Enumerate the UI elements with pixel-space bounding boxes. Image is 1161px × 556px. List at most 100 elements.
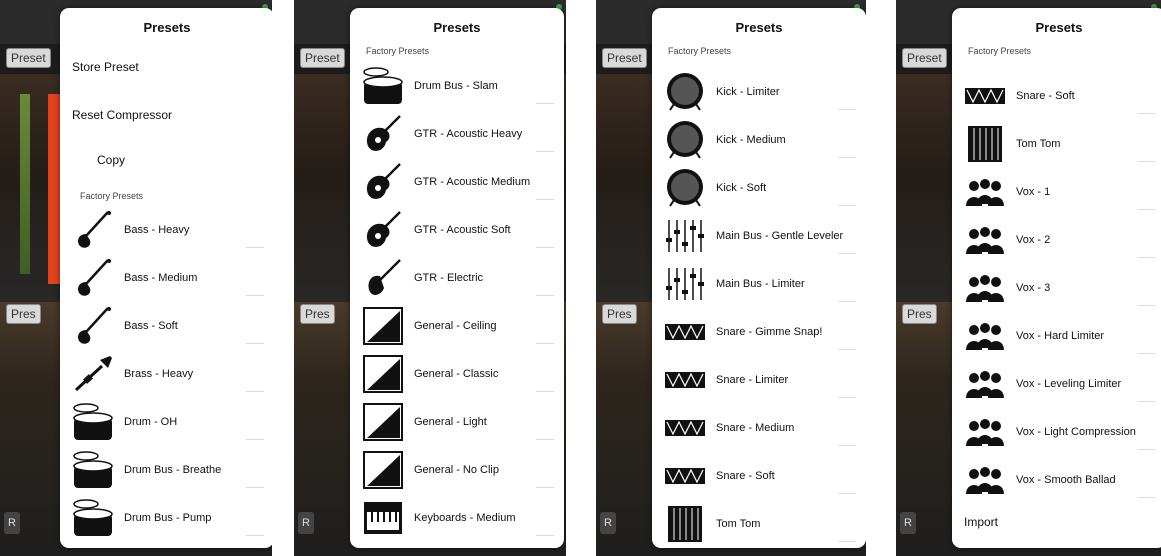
preset-item[interactable]: Vox - 1 — [952, 168, 1161, 216]
preset-item[interactable]: Tom Tom — [652, 500, 866, 548]
preset-label: Vox - 3 — [1016, 282, 1051, 294]
preset-item[interactable]: Drum Bus - Breathe — [60, 446, 272, 494]
curve-icon — [363, 307, 403, 345]
background-r-button[interactable]: R — [298, 512, 314, 534]
preset-item[interactable]: General - Light — [350, 398, 564, 446]
preset-item[interactable]: General - Classic — [350, 350, 564, 398]
preset-item[interactable]: Vox - Leveling Limiter — [952, 360, 1161, 408]
preset-label: General - Classic — [414, 368, 499, 380]
preset-item[interactable]: Snare - Soft — [652, 452, 866, 500]
store-preset-button[interactable]: Store Preset — [72, 60, 139, 74]
vocalists-icon — [966, 323, 1004, 350]
preset-item[interactable]: Main Bus - Gentle Leveler — [652, 212, 866, 260]
popover-title: Presets — [433, 20, 481, 35]
preset-label: Bass - Soft — [124, 320, 178, 332]
preset-item[interactable]: Kick - Soft — [652, 164, 866, 212]
preset-label: Vox - Light Compression — [1016, 426, 1136, 438]
preset-label: General - Ceiling — [414, 320, 497, 332]
preset-item[interactable]: Snare - Limiter — [652, 356, 866, 404]
preset-label: General - Light — [414, 416, 487, 428]
vocalists-icon — [966, 227, 1004, 254]
background-preset-button-lower[interactable]: Pres — [602, 304, 637, 324]
drum-icon — [73, 451, 113, 488]
kick-drum-icon — [667, 121, 703, 159]
preset-item[interactable]: Kick - Limiter — [652, 68, 866, 116]
preset-label: Vox - Leveling Limiter — [1016, 378, 1122, 390]
background-r-button[interactable]: R — [4, 512, 20, 534]
preset-item[interactable]: Snare - Gimme Snap! — [652, 308, 866, 356]
preset-label: Snare - Soft — [1016, 90, 1075, 102]
preset-label: Main Bus - Limiter — [716, 278, 805, 290]
screenshot-panel-1: Preset Pres R Presets Store Preset Reset… — [0, 0, 272, 556]
background-r-button[interactable]: R — [600, 512, 616, 534]
preset-label: GTR - Acoustic Heavy — [414, 128, 523, 140]
vocalists-icon — [966, 179, 1004, 206]
preset-item[interactable]: Bass - Medium — [60, 254, 272, 302]
bass-guitar-icon — [78, 259, 111, 296]
snare-icon — [665, 372, 705, 388]
preset-item[interactable]: GTR - Electric — [350, 254, 564, 302]
import-button[interactable]: Import — [964, 515, 998, 529]
background-preset-button[interactable]: Preset — [300, 48, 345, 68]
preset-label: Drum - OH — [124, 416, 178, 428]
preset-item[interactable]: Drum Bus - Slam — [350, 62, 564, 110]
preset-item[interactable]: General - Ceiling — [350, 302, 564, 350]
background-preset-button-lower[interactable]: Pres — [6, 304, 41, 324]
preset-item[interactable]: Main Bus - Limiter — [652, 260, 866, 308]
background-preset-button-lower[interactable]: Pres — [300, 304, 335, 324]
drum-icon — [73, 499, 113, 536]
preset-item[interactable]: GTR - Acoustic Heavy — [350, 110, 564, 158]
presets-popover: Presets Factory Presets Kick - Limiter K… — [652, 8, 866, 548]
preset-item[interactable]: Snare - Soft — [952, 72, 1161, 120]
keyboard-icon — [364, 502, 402, 534]
preset-item[interactable]: Bass - Soft — [60, 302, 272, 350]
preset-label: Vox - Hard Limiter — [1016, 330, 1105, 342]
curve-icon — [363, 403, 403, 441]
preset-item[interactable]: Brass - Heavy — [60, 350, 272, 398]
factory-presets-heading: Factory Presets — [968, 46, 1032, 56]
background-preset-button[interactable]: Preset — [602, 48, 647, 68]
reset-compressor-button[interactable]: Reset Compressor — [72, 108, 172, 122]
preset-item[interactable]: Tom Tom — [952, 120, 1161, 168]
preset-item[interactable]: GTR - Acoustic Medium — [350, 158, 564, 206]
preset-label: Drum Bus - Slam — [414, 80, 498, 92]
kick-drum-icon — [667, 169, 703, 207]
acoustic-guitar-icon — [366, 211, 401, 247]
background-preset-button[interactable]: Preset — [902, 48, 947, 68]
copy-button[interactable]: Copy — [97, 153, 125, 167]
curve-icon — [363, 355, 403, 393]
snare-icon — [965, 88, 1005, 104]
preset-item[interactable]: Keyboards - Medium — [350, 494, 564, 542]
presets-popover: Presets Factory Presets Drum Bus - Slam … — [350, 8, 564, 548]
preset-item[interactable]: Vox - Hard Limiter — [952, 312, 1161, 360]
preset-item[interactable]: Kick - Medium — [652, 116, 866, 164]
snare-icon — [665, 324, 705, 340]
preset-label: GTR - Acoustic Soft — [414, 224, 511, 236]
preset-label: Keyboards - Medium — [414, 512, 516, 524]
background-preset-button[interactable]: Preset — [6, 48, 51, 68]
tom-icon — [968, 126, 1002, 162]
preset-item[interactable]: GTR - Acoustic Soft — [350, 206, 564, 254]
background-r-button[interactable]: R — [900, 512, 916, 534]
vocalists-icon — [966, 275, 1004, 302]
preset-item[interactable]: Drum Bus - Pump — [60, 494, 272, 542]
preset-label: Drum Bus - Pump — [124, 512, 212, 524]
preset-label: Snare - Limiter — [716, 374, 789, 386]
preset-item[interactable]: Vox - 2 — [952, 216, 1161, 264]
preset-item[interactable]: General - No Clip — [350, 446, 564, 494]
preset-label: Vox - 1 — [1016, 186, 1051, 198]
preset-item[interactable]: Vox - Light Compression — [952, 408, 1161, 456]
preset-item[interactable]: Bass - Heavy — [60, 206, 272, 254]
preset-item[interactable]: Vox - Smooth Ballad — [952, 456, 1161, 504]
preset-item[interactable]: Vox - 3 — [952, 264, 1161, 312]
bass-guitar-icon — [78, 307, 111, 344]
preset-item[interactable]: Snare - Medium — [652, 404, 866, 452]
acoustic-guitar-icon — [366, 163, 401, 199]
vocalists-icon — [966, 419, 1004, 446]
fader-icon — [666, 268, 704, 300]
screenshot-panel-4: Preset Pres R Presets Factory Presets Sn… — [896, 0, 1161, 556]
preset-item[interactable]: Drum - OH — [60, 398, 272, 446]
background-preset-button-lower[interactable]: Pres — [902, 304, 937, 324]
factory-presets-heading: Factory Presets — [668, 46, 732, 56]
presets-popover: Presets Store Preset Reset Compressor Co… — [60, 8, 272, 548]
